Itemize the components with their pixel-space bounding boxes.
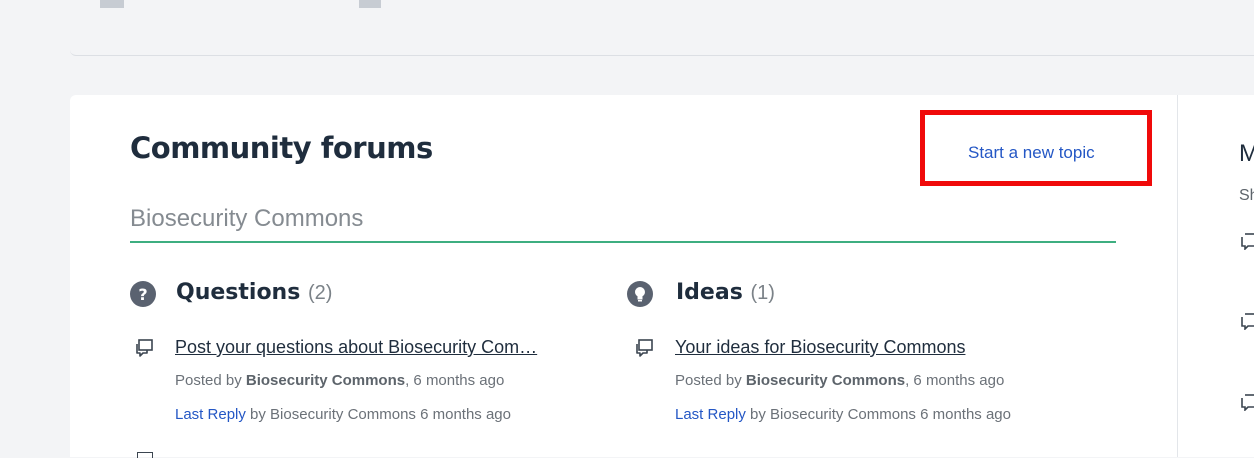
discussion-icon xyxy=(1241,233,1254,250)
topic-posted-meta: Posted by Biosecurity Commons, 6 months … xyxy=(175,372,504,389)
discussion-icon xyxy=(136,339,153,357)
topic-last-reply-meta: Last Reply by Biosecurity Commons 6 mont… xyxy=(675,406,1011,423)
lightbulb-icon xyxy=(627,281,653,307)
tab-stub-right xyxy=(359,0,381,8)
discussion-icon xyxy=(636,339,653,357)
forum-subtitle: Biosecurity Commons xyxy=(130,205,364,232)
posted-suffix: , 6 months ago xyxy=(405,372,505,389)
posted-prefix: Posted by xyxy=(175,372,242,389)
topic-author: Biosecurity Commons xyxy=(245,372,406,389)
subtitle-underline xyxy=(130,241,1116,243)
last-reply-link[interactable]: Last Reply xyxy=(175,406,246,423)
top-navigation-strip xyxy=(70,0,1254,56)
tab-stub-left xyxy=(100,0,124,8)
highlight-box xyxy=(920,110,1152,186)
topic-last-reply-meta: Last Reply by Biosecurity Commons 6 mont… xyxy=(175,406,511,423)
side-panel-subheading: Sh xyxy=(1239,187,1254,204)
topic-title-link[interactable]: Post your questions about Biosecurity Co… xyxy=(175,337,537,358)
last-reply-text: by Biosecurity Commons 6 months ago xyxy=(245,406,511,423)
posted-prefix: Posted by xyxy=(675,372,742,389)
topic-posted-meta: Posted by Biosecurity Commons, 6 months … xyxy=(675,372,1004,389)
category-count: (2) xyxy=(307,282,333,304)
category-heading-questions[interactable]: Questions (2) xyxy=(176,280,332,305)
side-panel-heading: M xyxy=(1239,140,1254,167)
topic-author: Biosecurity Commons xyxy=(745,372,906,389)
discussion-icon xyxy=(1241,394,1254,411)
discussion-icon xyxy=(1241,313,1254,330)
topic-title-link[interactable]: Your ideas for Biosecurity Commons xyxy=(675,337,965,358)
last-reply-link[interactable]: Last Reply xyxy=(675,406,746,423)
next-topic-icon-partial xyxy=(137,452,153,458)
page-title: Community forums xyxy=(130,131,433,165)
question-icon: ? xyxy=(130,281,156,307)
category-count: (1) xyxy=(750,282,775,304)
category-heading-ideas[interactable]: Ideas (1) xyxy=(676,280,775,305)
posted-suffix: , 6 months ago xyxy=(905,372,1005,389)
category-name[interactable]: Ideas xyxy=(676,280,743,305)
category-name[interactable]: Questions xyxy=(176,280,300,305)
last-reply-text: by Biosecurity Commons 6 months ago xyxy=(745,406,1011,423)
